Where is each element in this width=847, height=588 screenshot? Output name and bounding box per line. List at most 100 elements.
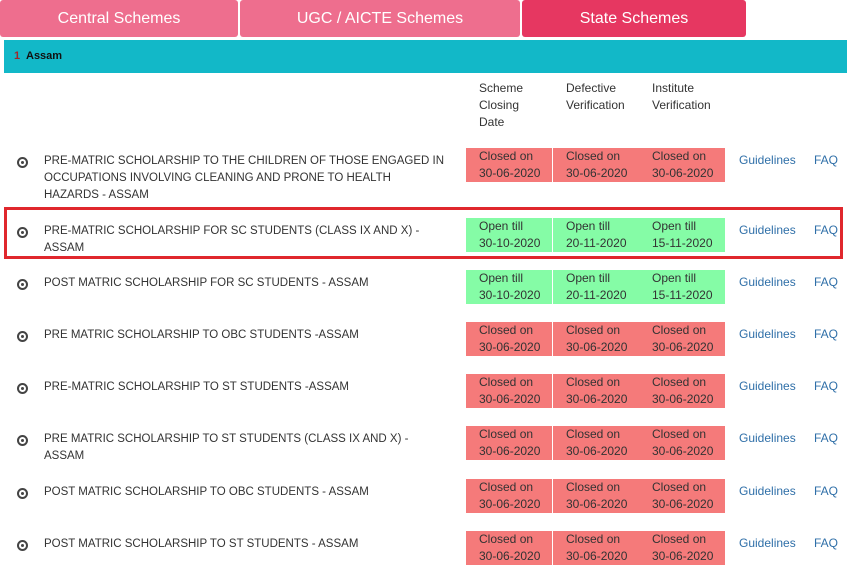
status-date: 30-06-2020 [652,166,714,180]
column-header-line: Defective [566,81,617,95]
status-state: Closed on [566,323,621,337]
guidelines-link[interactable]: Guidelines [739,153,796,167]
status-state: Open till [652,271,697,285]
status-closing-date: Open till 30-10-2020 [466,218,552,252]
faq-link[interactable]: FAQ [814,327,838,341]
status-state: Open till [479,271,524,285]
scheme-row: PRE-MATRIC SCHOLARSHIP TO ST STUDENTS -A… [0,374,847,431]
tab-central-schemes[interactable]: Central Schemes [0,0,238,37]
status-date: 30-06-2020 [566,444,628,458]
status-defective-verification: Closed on 30-06-2020 [553,531,639,565]
status-defective-verification: Closed on 30-06-2020 [553,148,639,182]
column-header-line: Verification [652,98,711,112]
status-state: Closed on [479,427,534,441]
status-date: 30-10-2020 [479,236,541,250]
status-closing-date: Closed on 30-06-2020 [466,479,552,513]
scheme-tabs: Central Schemes UGC / AICTE Schemes Stat… [0,0,847,38]
status-state: Open till [652,219,697,233]
state-panel-header[interactable]: 1 Assam [4,40,847,73]
status-date: 30-06-2020 [566,497,628,511]
scheme-radio-icon[interactable] [17,488,28,499]
status-date: 15-11-2020 [652,236,713,250]
scheme-radio-icon[interactable] [17,435,28,446]
faq-link[interactable]: FAQ [814,484,838,498]
status-date: 30-06-2020 [479,549,541,563]
status-date: 30-06-2020 [479,166,541,180]
guidelines-link[interactable]: Guidelines [739,484,796,498]
faq-link[interactable]: FAQ [814,275,838,289]
scheme-radio-icon[interactable] [17,540,28,551]
status-state: Open till [566,271,611,285]
scheme-name[interactable]: POST MATRIC SCHOLARSHIP TO OBC STUDENTS … [44,484,449,501]
scheme-name[interactable]: PRE-MATRIC SCHOLARSHIP FOR SC STUDENTS (… [44,223,449,257]
column-header-line: Closing [479,98,520,112]
scheme-radio-icon[interactable] [17,279,28,290]
scheme-row: POST MATRIC SCHOLARSHIP FOR SC STUDENTS … [0,270,847,327]
scheme-name[interactable]: POST MATRIC SCHOLARSHIP TO ST STUDENTS -… [44,536,449,553]
guidelines-link[interactable]: Guidelines [739,327,796,341]
status-institute-verification: Closed on 30-06-2020 [639,531,725,565]
status-state: Closed on [652,427,707,441]
scheme-row: POST MATRIC SCHOLARSHIP TO OBC STUDENTS … [0,479,847,536]
status-state: Closed on [652,480,707,494]
status-closing-date: Closed on 30-06-2020 [466,322,552,356]
guidelines-link[interactable]: Guidelines [739,536,796,550]
tab-state-schemes[interactable]: State Schemes [522,0,746,37]
status-date: 30-06-2020 [652,392,714,406]
status-defective-verification: Open till 20-11-2020 [553,270,639,304]
tab-ugc-aicte-schemes[interactable]: UGC / AICTE Schemes [240,0,520,37]
scheme-name[interactable]: PRE MATRIC SCHOLARSHIP TO ST STUDENTS (C… [44,431,449,465]
status-institute-verification: Closed on 30-06-2020 [639,148,725,182]
scheme-row: PRE-MATRIC SCHOLARSHIP FOR SC STUDENTS (… [0,218,847,275]
column-header-line: Verification [566,98,625,112]
status-state: Closed on [479,149,534,163]
column-header-institute-verification: Institute Verification [652,80,732,114]
status-date: 30-06-2020 [566,340,628,354]
status-date: 30-06-2020 [479,497,541,511]
scheme-radio-icon[interactable] [17,331,28,342]
faq-link[interactable]: FAQ [814,153,838,167]
faq-link[interactable]: FAQ [814,431,838,445]
status-institute-verification: Closed on 30-06-2020 [639,426,725,460]
status-state: Closed on [479,375,534,389]
status-date: 30-06-2020 [652,444,714,458]
status-closing-date: Closed on 30-06-2020 [466,426,552,460]
status-state: Open till [566,219,611,233]
panel-title: Assam [26,50,63,62]
scheme-name[interactable]: POST MATRIC SCHOLARSHIP FOR SC STUDENTS … [44,275,449,292]
status-closing-date: Open till 30-10-2020 [466,270,552,304]
status-closing-date: Closed on 30-06-2020 [466,374,552,408]
status-state: Closed on [479,480,534,494]
column-header-closing-date: Scheme Closing Date [479,80,549,131]
status-state: Closed on [652,149,707,163]
status-defective-verification: Closed on 30-06-2020 [553,479,639,513]
guidelines-link[interactable]: Guidelines [739,379,796,393]
scheme-row: PRE-MATRIC SCHOLARSHIP TO THE CHILDREN O… [0,148,847,205]
status-state: Closed on [566,375,621,389]
faq-link[interactable]: FAQ [814,379,838,393]
panel-number-marker: 1 [14,50,21,62]
status-institute-verification: Open till 15-11-2020 [639,270,725,304]
status-date: 30-06-2020 [652,497,714,511]
status-state: Closed on [566,149,621,163]
scheme-radio-icon[interactable] [17,157,28,168]
status-date: 30-06-2020 [479,444,541,458]
scheme-radio-icon[interactable] [17,227,28,238]
status-date: 15-11-2020 [652,288,713,302]
status-defective-verification: Closed on 30-06-2020 [553,374,639,408]
guidelines-link[interactable]: Guidelines [739,431,796,445]
scheme-row: POST MATRIC SCHOLARSHIP TO ST STUDENTS -… [0,531,847,588]
status-state: Closed on [566,532,621,546]
scheme-name[interactable]: PRE-MATRIC SCHOLARSHIP TO ST STUDENTS -A… [44,379,449,396]
status-date: 20-11-2020 [566,288,627,302]
guidelines-link[interactable]: Guidelines [739,223,796,237]
status-defective-verification: Open till 20-11-2020 [553,218,639,252]
faq-link[interactable]: FAQ [814,223,838,237]
scheme-row: PRE MATRIC SCHOLARSHIP TO ST STUDENTS (C… [0,426,847,483]
scheme-radio-icon[interactable] [17,383,28,394]
scheme-name[interactable]: PRE MATRIC SCHOLARSHIP TO OBC STUDENTS -… [44,327,449,344]
guidelines-link[interactable]: Guidelines [739,275,796,289]
status-state: Closed on [652,323,707,337]
faq-link[interactable]: FAQ [814,536,838,550]
scheme-name[interactable]: PRE-MATRIC SCHOLARSHIP TO THE CHILDREN O… [44,153,449,204]
